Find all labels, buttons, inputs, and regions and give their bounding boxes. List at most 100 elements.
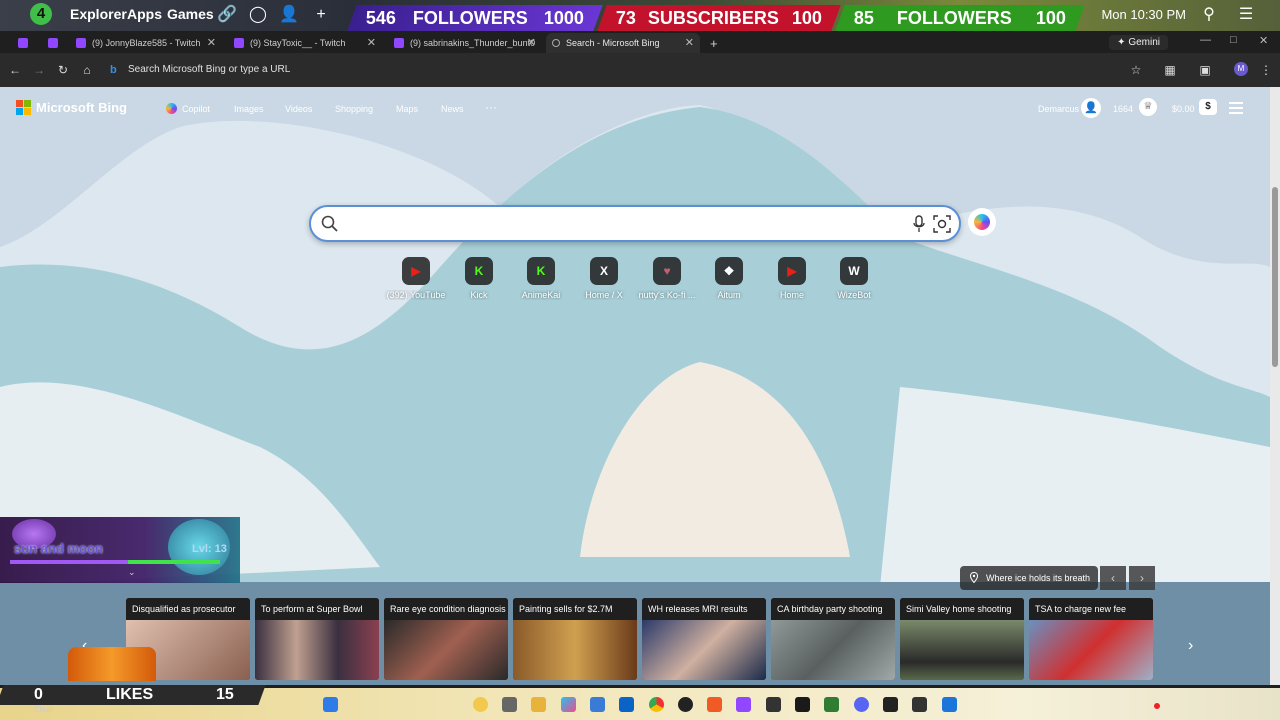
news-card[interactable]: CA birthday party shooting xyxy=(771,598,895,680)
nav-images[interactable]: Images xyxy=(234,104,264,114)
collections-icon[interactable]: ▣ xyxy=(1197,62,1213,78)
more-menu-icon[interactable]: ⋮ xyxy=(1258,62,1274,78)
tab-pinned-twitch-2[interactable] xyxy=(42,33,66,53)
obs-icon[interactable] xyxy=(678,697,693,712)
tab-bing-search[interactable]: Search - Microsoft Bing ✕ xyxy=(546,33,700,53)
new-tab-button[interactable]: + xyxy=(704,33,724,53)
news-card[interactable]: WH releases MRI results xyxy=(642,598,766,680)
streamer-app-icon[interactable] xyxy=(766,697,781,712)
quicklink-x[interactable]: X Home / X xyxy=(572,257,636,300)
chrome-icon[interactable] xyxy=(649,697,664,712)
user-icon[interactable]: 👤 xyxy=(279,5,299,25)
copilot-button[interactable] xyxy=(968,208,996,236)
plus-icon[interactable]: + xyxy=(311,5,331,25)
brave-icon[interactable] xyxy=(707,697,722,712)
tab-label: (9) StayToxic__ - Twitch xyxy=(250,38,346,48)
nav-videos[interactable]: Videos xyxy=(285,104,312,114)
menu-explorer[interactable]: Explorer xyxy=(70,6,127,22)
scrollbar-thumb[interactable] xyxy=(1272,187,1278,367)
bing-logo[interactable]: Microsoft Bing xyxy=(16,100,127,115)
wallet-balance[interactable]: $0.00 xyxy=(1172,104,1195,114)
copilot-app-icon[interactable] xyxy=(561,697,576,712)
rewards-trophy-icon[interactable]: ♕ xyxy=(1139,98,1157,116)
quicklink-kick[interactable]: K Kick xyxy=(447,257,511,300)
hamburger-menu-icon[interactable] xyxy=(1229,102,1243,117)
forward-icon[interactable]: → xyxy=(31,62,47,78)
terminal-icon[interactable] xyxy=(795,697,810,712)
store-icon[interactable] xyxy=(590,697,605,712)
address-bar[interactable]: b Search Microsoft Bing or type a URL xyxy=(104,59,1154,81)
circle-icon[interactable]: ◯ xyxy=(248,5,268,25)
menu-apps[interactable]: Apps xyxy=(127,6,162,22)
nav-copilot[interactable]: Copilot xyxy=(182,104,210,114)
x-icon: X xyxy=(590,257,618,285)
favorite-star-icon[interactable]: ☆ xyxy=(1128,62,1144,78)
taskview-icon[interactable] xyxy=(502,697,517,712)
minimize-icon[interactable]: — xyxy=(1200,34,1211,46)
nav-more-icon[interactable]: ··· xyxy=(485,100,497,114)
tab-pinned-twitch[interactable] xyxy=(12,33,36,53)
close-icon[interactable]: ✕ xyxy=(527,36,536,49)
home-icon[interactable]: ⌂ xyxy=(79,62,95,78)
image-caption[interactable]: Where ice holds its breath xyxy=(960,566,1098,590)
close-icon[interactable]: ✕ xyxy=(207,36,216,49)
workspace-badge[interactable]: 4 xyxy=(30,3,52,25)
rewards-points[interactable]: 1664 xyxy=(1113,104,1133,114)
search-icon[interactable]: ⚲ xyxy=(1199,5,1219,25)
quicklink-kofi[interactable]: ♥ nutty's Ko-fi ... xyxy=(635,257,699,300)
window-close-icon[interactable]: ✕ xyxy=(1259,34,1268,47)
gemini-button[interactable]: ✦ Gemini xyxy=(1109,35,1168,50)
dollar-icon[interactable]: $ xyxy=(1199,99,1217,115)
media-icon[interactable] xyxy=(883,697,898,712)
quicklink-animekai[interactable]: K AnimeKai xyxy=(509,257,573,300)
file-explorer-icon[interactable] xyxy=(531,697,546,712)
news-card[interactable]: To perform at Super Bowl xyxy=(255,598,379,680)
previous-image-button[interactable]: ‹ xyxy=(1100,566,1126,590)
close-icon[interactable]: ✕ xyxy=(685,36,694,49)
menu-icon[interactable]: ☰ xyxy=(1236,5,1256,25)
quicklink-aitum[interactable]: ❖ Aitum xyxy=(697,257,761,300)
quicklink-wizebot[interactable]: W WizeBot xyxy=(822,257,886,300)
app-icon[interactable] xyxy=(912,697,927,712)
copilot-icon[interactable] xyxy=(473,697,488,712)
nav-news[interactable]: News xyxy=(441,104,464,114)
goal-current: 73 xyxy=(616,7,637,28)
menu-games[interactable]: Games xyxy=(167,6,214,22)
user-avatar-icon[interactable]: 👤 xyxy=(1081,98,1101,118)
windows-start-icon[interactable] xyxy=(323,697,338,712)
back-icon[interactable]: ← xyxy=(7,62,23,78)
twitch-icon xyxy=(48,38,58,48)
quicklink-home[interactable]: ▶ Home xyxy=(760,257,824,300)
extensions-icon[interactable]: ▦ xyxy=(1162,62,1178,78)
tab-jonnyblaze[interactable]: (9) JonnyBlaze585 - Twitch ✕ xyxy=(70,33,222,53)
twitch-studio-icon[interactable] xyxy=(736,697,751,712)
settings-icon[interactable] xyxy=(942,697,957,712)
quicklink-youtube[interactable]: ▶ (392) YouTube xyxy=(384,257,448,300)
discord-icon[interactable] xyxy=(854,697,869,712)
microphone-icon[interactable] xyxy=(912,215,926,233)
maximize-icon[interactable]: □ xyxy=(1230,34,1237,46)
tab-sabrinakins[interactable]: (9) sabrinakins_Thunder_bunt0 ✕ xyxy=(388,33,542,53)
chevron-down-icon[interactable]: ⌄ xyxy=(128,567,136,578)
news-card[interactable]: Painting sells for $2.7M xyxy=(513,598,637,680)
link-icon[interactable]: 🔗 xyxy=(217,5,237,25)
search-input[interactable] xyxy=(347,213,887,235)
refresh-icon[interactable]: ↻ xyxy=(55,62,71,78)
news-title: Painting sells for $2.7M xyxy=(513,598,637,620)
news-card[interactable]: TSA to charge new fee xyxy=(1029,598,1153,680)
stream-level-widget: sun and moon Lvl: 13 ⌄ xyxy=(0,517,240,583)
page-scrollbar[interactable] xyxy=(1270,87,1280,685)
tab-staytoxic[interactable]: (9) StayToxic__ - Twitch ✕ xyxy=(228,33,382,53)
nav-maps[interactable]: Maps xyxy=(396,104,418,114)
next-image-button[interactable]: › xyxy=(1129,566,1155,590)
profile-avatar[interactable]: M xyxy=(1234,62,1248,76)
news-next-icon[interactable]: › xyxy=(1188,637,1193,655)
visual-search-icon[interactable] xyxy=(933,215,951,233)
user-name[interactable]: Demarcus xyxy=(1038,104,1079,114)
sheets-icon[interactable] xyxy=(824,697,839,712)
close-icon[interactable]: ✕ xyxy=(367,36,376,49)
news-card[interactable]: Rare eye condition diagnosis xyxy=(384,598,508,680)
news-card[interactable]: Simi Valley home shooting xyxy=(900,598,1024,680)
nav-shopping[interactable]: Shopping xyxy=(335,104,373,114)
outlook-icon[interactable] xyxy=(619,697,634,712)
